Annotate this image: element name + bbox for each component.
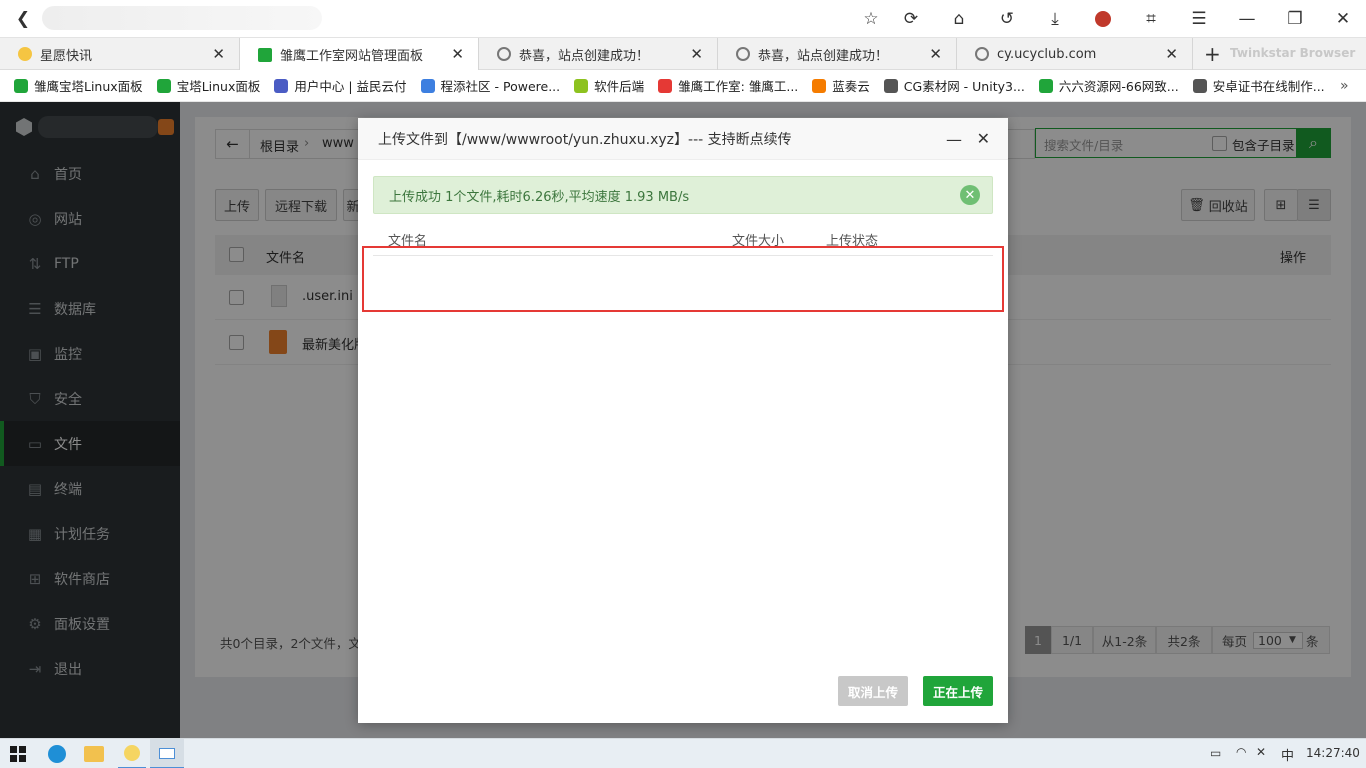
globe-icon bbox=[736, 47, 750, 61]
edge-icon[interactable] bbox=[48, 745, 66, 763]
windows-start-icon[interactable] bbox=[10, 746, 26, 762]
close-tab-icon[interactable]: ✕ bbox=[929, 45, 942, 63]
globe-icon bbox=[975, 47, 989, 61]
new-tab-icon[interactable]: + bbox=[1204, 42, 1221, 66]
globe-icon bbox=[497, 47, 511, 61]
close-tab-icon[interactable]: ✕ bbox=[451, 45, 464, 63]
bookmark-item[interactable]: 宝塔Linux面板 bbox=[156, 76, 260, 95]
bookmark-icon bbox=[658, 78, 673, 93]
close-dialog-icon[interactable]: ✕ bbox=[977, 129, 990, 148]
tab-3[interactable]: 恭喜，站点创建成功！ ✕ bbox=[718, 38, 957, 70]
bookmark-item[interactable]: 雏鹰宝塔Linux面板 bbox=[14, 76, 143, 95]
bt-logo-icon bbox=[258, 47, 272, 62]
wifi-icon[interactable]: ◠ bbox=[1236, 745, 1246, 759]
star-face-icon bbox=[18, 47, 32, 61]
bookmarks-more-icon[interactable]: » bbox=[1340, 78, 1349, 94]
crop-icon[interactable]: ⌗ bbox=[1140, 8, 1162, 30]
bookmark-icon bbox=[1038, 78, 1053, 93]
menu-icon[interactable]: ☰ bbox=[1188, 8, 1210, 30]
bookmark-item[interactable]: 六六资源网-66网致... bbox=[1038, 76, 1179, 95]
ime-indicator[interactable]: 中 bbox=[1281, 745, 1294, 764]
upload-dialog: 上传文件到【/www/wwwroot/yun.zhuxu.xyz】--- 支持断… bbox=[358, 118, 1008, 723]
avatar[interactable] bbox=[1092, 8, 1114, 30]
taskbar: ▭ ◠ ✕ 中 14:27:40 bbox=[0, 738, 1366, 768]
download-icon[interactable]: ⤓ bbox=[1044, 8, 1066, 30]
tab-4[interactable]: cy.ucyclub.com ✕ bbox=[957, 38, 1193, 70]
taskbar-browser-icon[interactable] bbox=[150, 739, 184, 768]
bookmark-icon bbox=[156, 78, 171, 93]
tab-2[interactable]: 恭喜，站点创建成功！ ✕ bbox=[479, 38, 718, 70]
tab-strip: 星愿快讯 ✕ 雏鹰工作室网站管理面板 ✕ 恭喜，站点创建成功！ ✕ 恭喜，站点创建成功… bbox=[0, 38, 1366, 71]
bookmark-item[interactable]: 用户中心 | 益民云付 bbox=[274, 76, 407, 95]
back-icon[interactable]: ❮ bbox=[12, 8, 34, 30]
cancel-upload-button[interactable]: 取消上传 bbox=[838, 676, 908, 706]
bookmark-item[interactable]: 程添社区 - Powere... bbox=[420, 76, 560, 95]
star-icon[interactable]: ☆ bbox=[860, 8, 882, 30]
browser-brand: Twinkstar Browser bbox=[1230, 46, 1356, 60]
restore-icon[interactable]: ❐ bbox=[1284, 8, 1306, 30]
bookmark-item[interactable]: CG素材网 - Unity3... bbox=[883, 76, 1025, 95]
bookmark-icon bbox=[1192, 78, 1207, 93]
close-tab-icon[interactable]: ✕ bbox=[212, 45, 225, 63]
bookmark-item[interactable]: 软件后端 bbox=[574, 76, 644, 95]
close-alert-icon[interactable]: ✕ bbox=[960, 185, 980, 205]
dialog-header: 上传文件到【/www/wwwroot/yun.zhuxu.xyz】--- 支持断… bbox=[358, 118, 1008, 160]
bookmark-item[interactable]: 蓝奏云 bbox=[812, 76, 870, 95]
file-explorer-icon[interactable] bbox=[84, 746, 104, 762]
bookmark-icon bbox=[883, 78, 898, 93]
bookmarks-bar: 雏鹰宝塔Linux面板 宝塔Linux面板 用户中心 | 益民云付 程添社区 - Po… bbox=[0, 70, 1366, 102]
close-tab-icon[interactable]: ✕ bbox=[1165, 45, 1178, 63]
address-bar-blurred[interactable] bbox=[42, 6, 322, 30]
bookmark-item[interactable]: 雏鹰工作室: 雏鹰工... bbox=[658, 76, 798, 95]
refresh-icon[interactable]: ⟳ bbox=[900, 8, 922, 30]
home-icon[interactable]: ⌂ bbox=[948, 8, 970, 30]
bookmark-item[interactable]: 安卓证书在线制作... bbox=[1192, 76, 1325, 95]
bookmark-icon bbox=[14, 78, 28, 93]
bookmark-icon bbox=[420, 78, 435, 93]
browser-toolbar: ❮ ☆ ⟳ ⌂ ↺ ⤓ ⌗ ☰ — ❐ ✕ bbox=[0, 0, 1366, 38]
tab-1[interactable]: 雏鹰工作室网站管理面板 ✕ bbox=[240, 38, 479, 71]
battery-icon[interactable]: ▭ bbox=[1210, 746, 1221, 760]
clock[interactable]: 14:27:40 bbox=[1306, 746, 1360, 760]
minimize-icon[interactable]: — bbox=[1236, 8, 1258, 30]
dialog-title: 上传文件到【/www/wwwroot/yun.zhuxu.xyz】--- 支持断… bbox=[378, 131, 792, 148]
close-tab-icon[interactable]: ✕ bbox=[690, 45, 703, 63]
upload-success-alert: 上传成功 1个文件,耗时6.26秒,平均速度 1.93 MB/s ✕ bbox=[373, 176, 993, 214]
volume-muted-icon[interactable]: ✕ bbox=[1256, 745, 1266, 759]
tab-0[interactable]: 星愿快讯 ✕ bbox=[0, 38, 240, 70]
bookmark-icon bbox=[574, 78, 589, 93]
uploading-button[interactable]: 正在上传 bbox=[923, 676, 993, 706]
minimize-dialog-icon[interactable]: — bbox=[946, 130, 962, 149]
undo-icon[interactable]: ↺ bbox=[996, 8, 1018, 30]
taskbar-app-icon[interactable] bbox=[118, 739, 146, 768]
close-window-icon[interactable]: ✕ bbox=[1332, 8, 1354, 30]
bookmark-icon bbox=[274, 78, 289, 93]
highlight-box bbox=[362, 246, 1004, 312]
bookmark-icon bbox=[812, 78, 827, 93]
